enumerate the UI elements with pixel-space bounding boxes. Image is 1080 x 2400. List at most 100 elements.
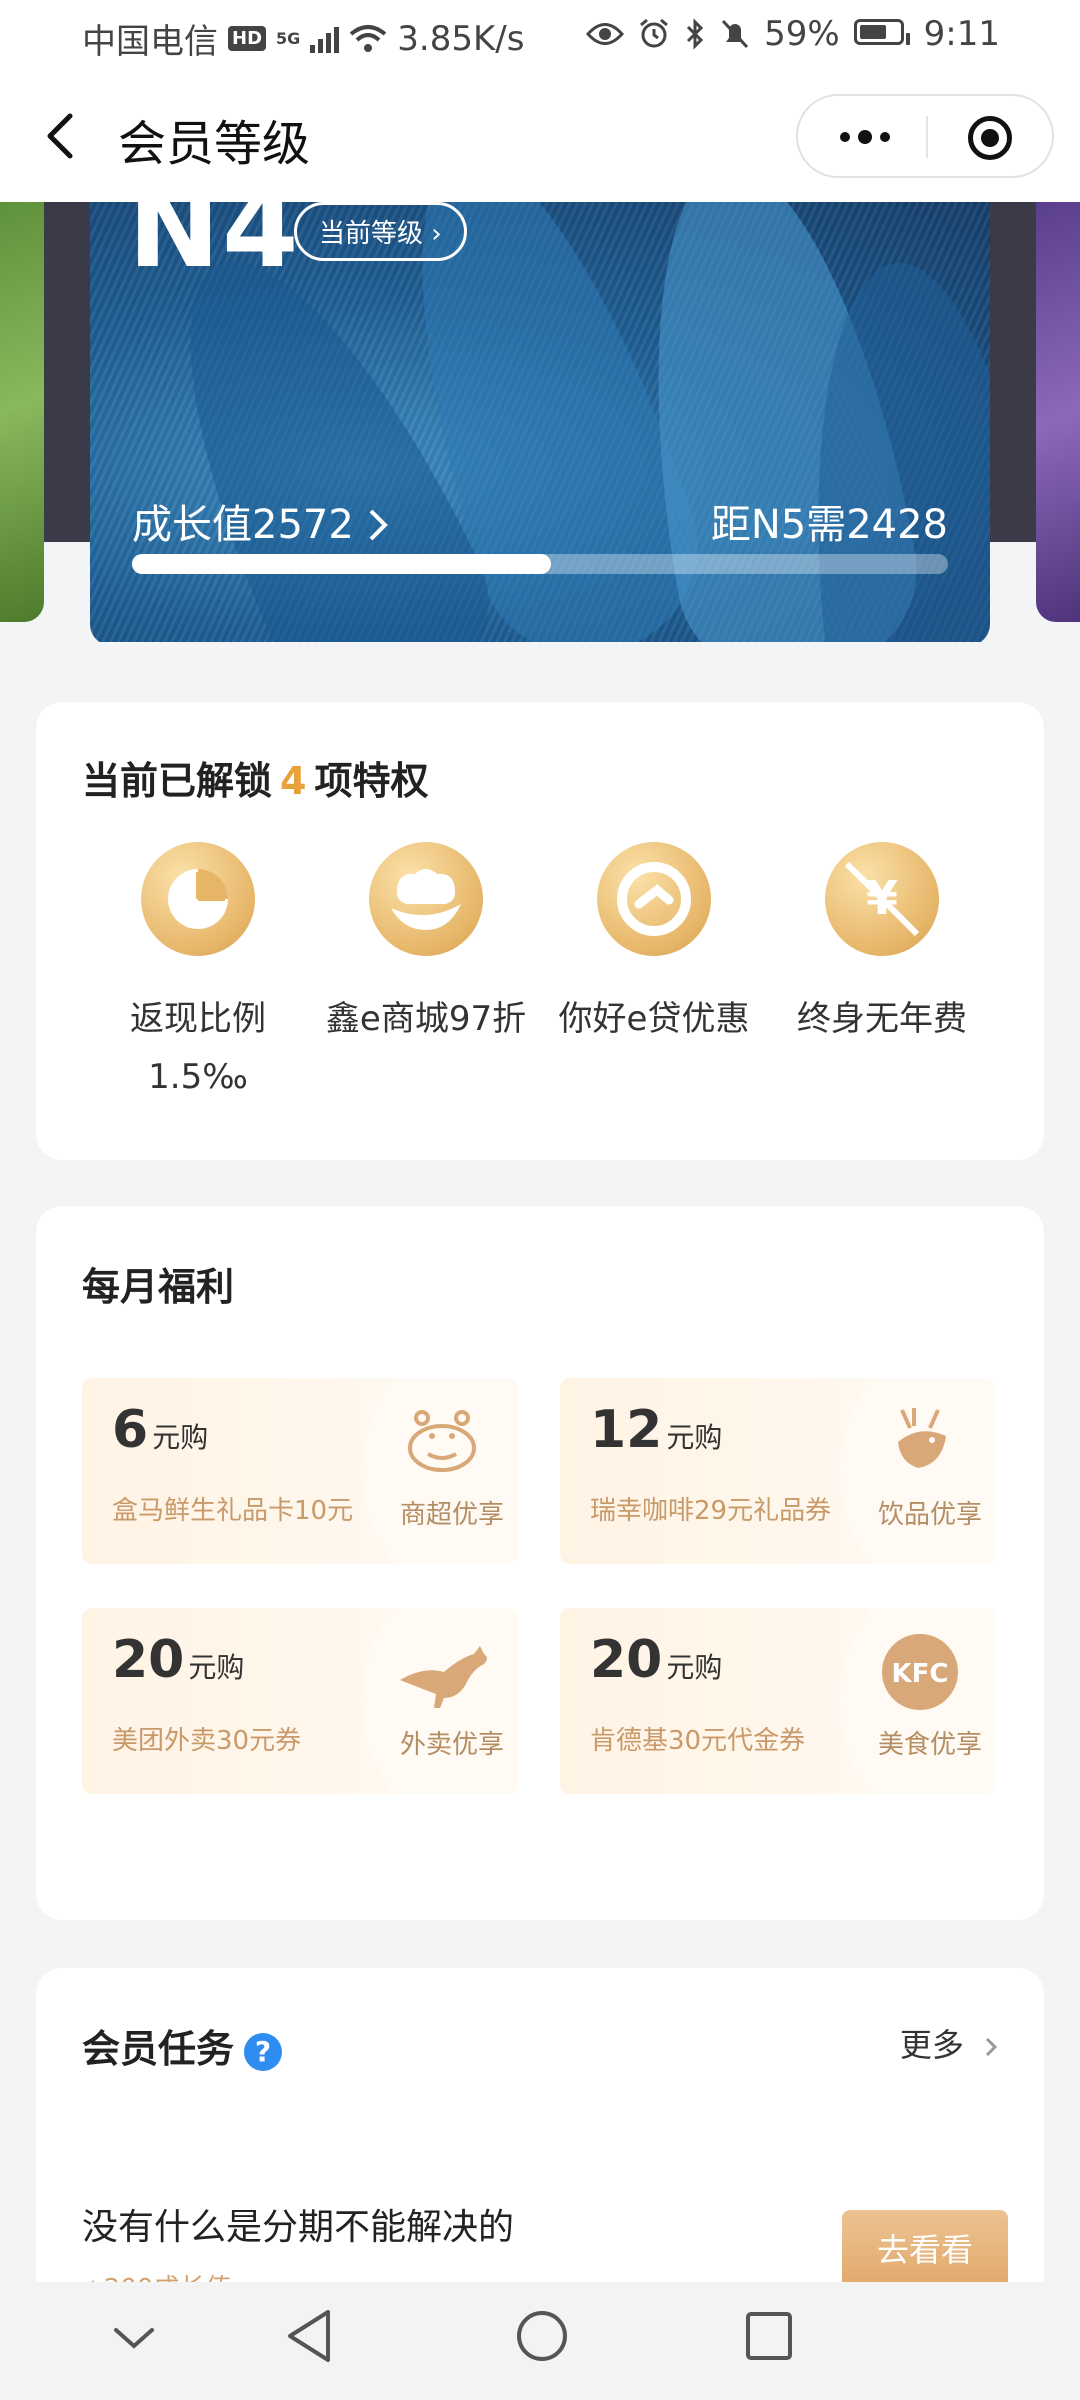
chevron-right-icon	[985, 2037, 998, 2057]
wifi-icon	[350, 24, 387, 52]
deer-icon	[898, 1408, 946, 1468]
growth-value-text: 成长值2572	[132, 502, 354, 548]
more-link-text: 更多	[899, 2026, 964, 2064]
growth-progress-fill	[132, 554, 552, 574]
privilege-label: 你好e贷优惠	[559, 990, 750, 1048]
privileges-title-prefix: 当前已解锁	[82, 759, 273, 803]
eye-icon	[586, 23, 625, 45]
benefit-price: 12 元购	[590, 1400, 722, 1460]
current-level-card[interactable]: N4 当前等级 › 成长值2572 距N5需2428	[90, 202, 990, 642]
points-to-next-level: 距N5需2428	[710, 502, 948, 548]
benefit-price-value: 12	[590, 1400, 663, 1460]
benefit-price-value: 6	[112, 1400, 149, 1460]
no-annual-fee-icon: ¥	[825, 842, 939, 956]
next-level-card[interactable]	[1036, 202, 1080, 622]
close-program-icon[interactable]	[968, 116, 1012, 160]
member-tasks-title: 会员任务?	[82, 2018, 283, 2073]
help-icon[interactable]: ?	[244, 2032, 283, 2071]
growth-progress-track	[132, 554, 948, 574]
benefit-price: 20 元购	[590, 1630, 722, 1690]
benefit-tag: 饮品优享	[878, 1500, 983, 1530]
privilege-label-line1: 你好e贷优惠	[558, 999, 750, 1039]
privilege-label: 返现比例 1.5‰	[130, 990, 266, 1106]
benefit-price-unit: 元购	[666, 1421, 723, 1454]
privilege-label-line1: 返现比例	[130, 999, 266, 1039]
privileges-title: 当前已解锁 4 项特权	[82, 750, 428, 805]
benefit-price-unit: 元购	[188, 1651, 245, 1684]
more-menu-icon[interactable]	[833, 120, 897, 154]
benefit-desc: 美团外卖30元券	[112, 1726, 302, 1756]
hd-icon: HD	[228, 26, 267, 51]
carrier-name: 中国电信	[82, 22, 218, 62]
benefit-price: 6 元购	[112, 1400, 208, 1460]
benefit-price-value: 20	[112, 1630, 185, 1690]
privileges-card: 当前已解锁4项特权 返现比例 1.5‰ 鑫e商城97折 你好e贷优惠 ¥ 终身无年…	[36, 702, 1044, 1160]
kangaroo-icon	[400, 1646, 487, 1708]
pie-chart-icon	[141, 842, 255, 956]
back-arrow-icon[interactable]	[40, 112, 80, 160]
nav-bar: 会员等级	[0, 72, 1080, 202]
battery-percent: 59%	[764, 14, 840, 54]
monthly-benefits-title: 每月福利	[82, 1265, 235, 1309]
previous-level-card[interactable]	[0, 202, 44, 622]
benefit-tag: 美食优享	[878, 1730, 983, 1760]
privileges-count: 4	[280, 759, 307, 803]
bag-icon	[369, 842, 483, 956]
benefit-desc: 瑞幸咖啡29元礼品券	[590, 1496, 832, 1526]
privileges-title-suffix: 项特权	[314, 759, 429, 803]
growth-value[interactable]: 成长值2572	[132, 492, 389, 550]
privilege-label-line1: 鑫e商城97折	[325, 999, 527, 1039]
benefit-desc: 盒马鲜生礼品卡10元	[112, 1496, 354, 1526]
battery-icon	[853, 14, 910, 54]
privilege-no-annual-fee[interactable]: ¥ 终身无年费	[768, 842, 996, 1106]
mini-program-capsule	[796, 94, 1054, 178]
page-title: 会员等级	[118, 116, 311, 172]
privilege-label-line1: 终身无年费	[797, 999, 967, 1039]
privilege-eloan[interactable]: 你好e贷优惠	[540, 842, 768, 1106]
benefit-tag: 商超优享	[400, 1500, 505, 1530]
nav-recents-icon[interactable]	[744, 2308, 794, 2364]
benefit-price: 20 元购	[112, 1630, 244, 1690]
capsule-divider	[926, 116, 928, 158]
current-level-badge[interactable]: 当前等级 ›	[294, 202, 467, 261]
network-speed: 3.85K/s	[397, 18, 525, 59]
system-navigation-bar	[0, 2282, 1080, 2400]
kfc-icon: KFC	[882, 1634, 958, 1710]
alarm-icon	[640, 18, 669, 48]
hippo-icon	[408, 1410, 476, 1472]
benefit-meituan[interactable]: 20 元购 美团外卖30元券 外卖优享	[82, 1608, 518, 1794]
privilege-label-line2: 1.5‰	[148, 1057, 248, 1097]
benefit-price-value: 20	[590, 1630, 663, 1690]
clock: 9:11	[923, 14, 1000, 54]
nav-home-icon[interactable]	[514, 2308, 570, 2364]
network-type: 5G	[276, 28, 301, 48]
benefit-price-unit: 元购	[152, 1421, 209, 1454]
mute-icon	[721, 19, 749, 49]
status-right: 59% 9:11	[586, 14, 1000, 54]
level-carousel: N4 当前等级 › 成长值2572 距N5需2428	[0, 202, 1080, 642]
privilege-grid: 返现比例 1.5‰ 鑫e商城97折 你好e贷优惠 ¥ 终身无年费	[84, 842, 996, 1106]
privilege-cashback[interactable]: 返现比例 1.5‰	[84, 842, 312, 1106]
benefit-hema[interactable]: 6 元购 盒马鲜生礼品卡10元 商超优享	[82, 1378, 518, 1564]
bluetooth-icon	[687, 18, 704, 50]
benefit-price-unit: 元购	[666, 1651, 723, 1684]
benefit-kfc[interactable]: 20 元购 肯德基30元代金券 KFC 美食优享	[560, 1608, 996, 1794]
hide-keyboard-icon[interactable]	[112, 2324, 156, 2352]
go-task-button[interactable]: 去看看	[842, 2210, 1008, 2290]
benefit-tag: 外卖优享	[400, 1730, 505, 1760]
e-loan-icon	[597, 842, 711, 956]
level-name: N4	[128, 202, 301, 292]
monthly-benefits-card: 每月福利 6 元购 盒马鲜生礼品卡10元 商超优享 12 元购 瑞幸咖啡29元礼品券…	[36, 1206, 1044, 1920]
task-title: 没有什么是分期不能解决的	[82, 2207, 515, 2248]
chevron-right-icon	[369, 509, 388, 541]
more-tasks-link[interactable]: 更多	[900, 2020, 998, 2066]
benefit-desc: 肯德基30元代金券	[590, 1726, 806, 1756]
privilege-label: 终身无年费	[797, 990, 967, 1048]
privilege-mall-discount[interactable]: 鑫e商城97折	[312, 842, 540, 1106]
nav-back-icon[interactable]	[284, 2308, 334, 2364]
status-left: 中国电信 HD 5G 3.85K/s	[82, 14, 524, 63]
member-tasks-title-text: 会员任务	[82, 2027, 235, 2071]
signal-icon	[310, 25, 340, 53]
status-bar: 中国电信 HD 5G 3.85K/s 59% 9:11	[0, 0, 1080, 72]
benefit-luckin[interactable]: 12 元购 瑞幸咖啡29元礼品券 饮品优享	[560, 1378, 996, 1564]
